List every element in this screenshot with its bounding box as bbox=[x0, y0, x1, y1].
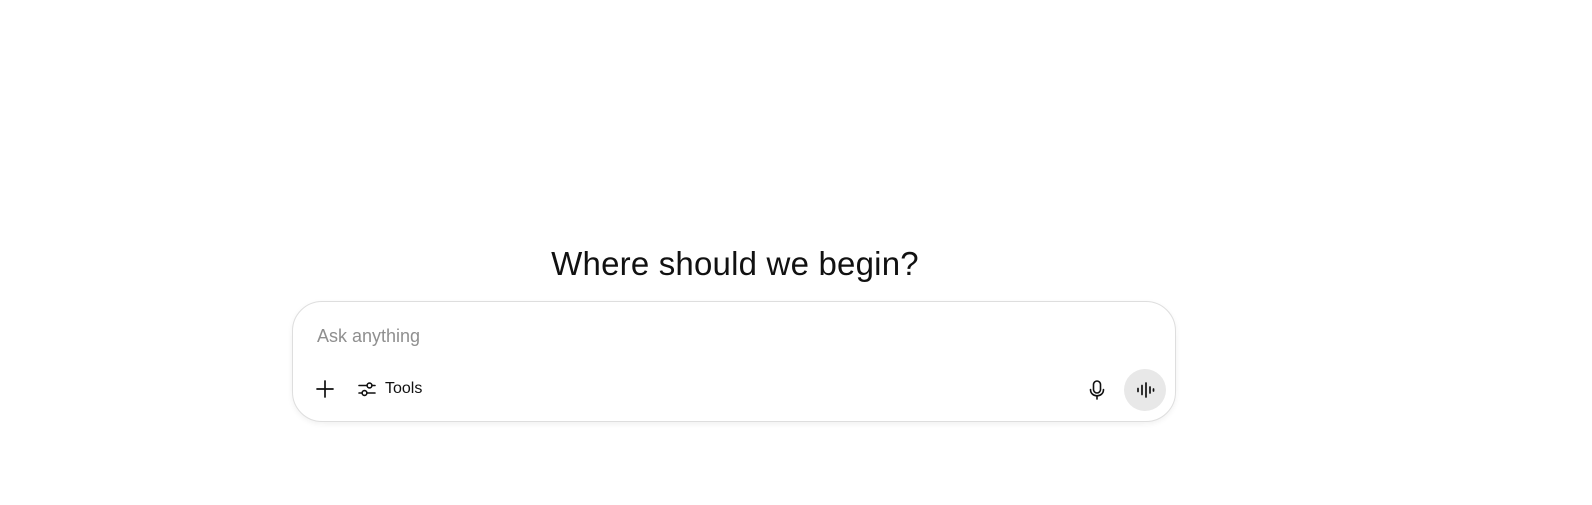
dictate-button[interactable] bbox=[1081, 374, 1113, 406]
prompt-input[interactable] bbox=[317, 322, 1137, 350]
prompt-composer: Tools bbox=[292, 301, 1176, 422]
sliders-icon bbox=[357, 379, 377, 399]
add-attachment-button[interactable] bbox=[310, 374, 340, 404]
chat-home-page: Where should we begin? Tools bbox=[0, 0, 1592, 505]
voice-mode-button[interactable] bbox=[1124, 369, 1166, 411]
plus-icon bbox=[315, 379, 335, 399]
tools-button[interactable]: Tools bbox=[351, 374, 430, 404]
page-heading: Where should we begin? bbox=[551, 245, 919, 283]
tools-label: Tools bbox=[385, 380, 423, 397]
voice-waveform-icon bbox=[1135, 380, 1155, 400]
microphone-icon bbox=[1087, 379, 1107, 401]
